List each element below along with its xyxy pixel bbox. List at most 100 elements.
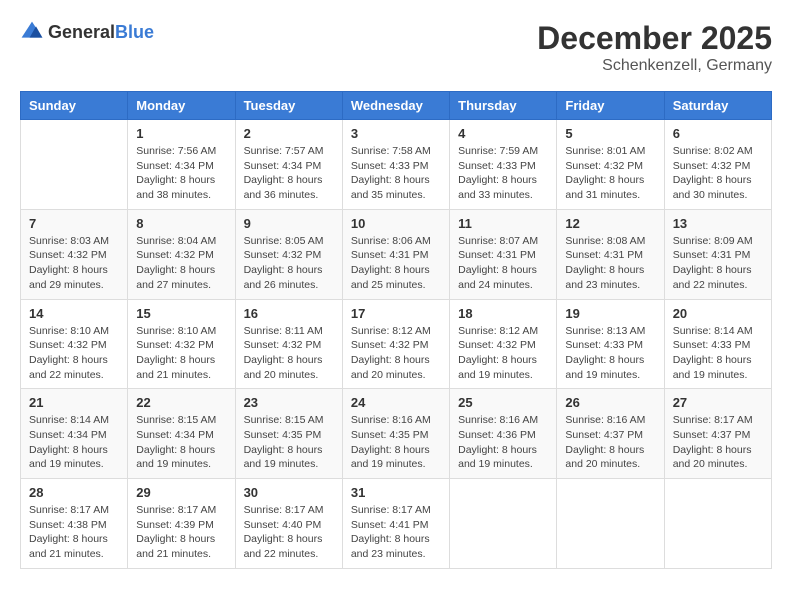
day-number: 3 [351,126,441,141]
day-cell-20: 20 Sunrise: 8:14 AMSunset: 4:33 PMDayligh… [664,299,771,389]
day-cell-8: 8 Sunrise: 8:04 AMSunset: 4:32 PMDaylight… [128,209,235,299]
day-number: 22 [136,395,226,410]
day-number: 14 [29,306,119,321]
day-info: Sunrise: 8:12 AMSunset: 4:32 PMDaylight:… [351,324,441,383]
day-number: 21 [29,395,119,410]
day-number: 20 [673,306,763,321]
day-info: Sunrise: 8:17 AMSunset: 4:39 PMDaylight:… [136,503,226,562]
day-number: 12 [565,216,655,231]
day-cell-14: 14 Sunrise: 8:10 AMSunset: 4:32 PMDayligh… [21,299,128,389]
day-cell-30: 30 Sunrise: 8:17 AMSunset: 4:40 PMDayligh… [235,479,342,569]
location-title: Schenkenzell, Germany [537,57,772,75]
day-cell-10: 10 Sunrise: 8:06 AMSunset: 4:31 PMDayligh… [342,209,449,299]
week-row-4: 21Sunrise: 8:14 AMSunset: 4:34 PMDayligh… [21,389,772,479]
day-cell-26: 26Sunrise: 8:16 AMSunset: 4:37 PMDayligh… [557,389,664,479]
empty-cell [557,479,664,569]
empty-cell [450,479,557,569]
day-number: 28 [29,485,119,500]
day-number: 5 [565,126,655,141]
week-row-2: 7 Sunrise: 8:03 AMSunset: 4:32 PMDaylight… [21,209,772,299]
weekday-header-wednesday: Wednesday [342,92,449,120]
day-cell-5: 5Sunrise: 8:01 AMSunset: 4:32 PMDaylight… [557,120,664,210]
day-cell-13: 13 Sunrise: 8:09 AMSunset: 4:31 PMDayligh… [664,209,771,299]
day-cell-23: 23 Sunrise: 8:15 AMSunset: 4:35 PMDayligh… [235,389,342,479]
day-cell-21: 21Sunrise: 8:14 AMSunset: 4:34 PMDayligh… [21,389,128,479]
day-cell-25: 25Sunrise: 8:16 AMSunset: 4:36 PMDayligh… [450,389,557,479]
day-info: Sunrise: 8:04 AMSunset: 4:32 PMDaylight:… [136,234,226,293]
day-number: 8 [136,216,226,231]
week-row-5: 28Sunrise: 8:17 AMSunset: 4:38 PMDayligh… [21,479,772,569]
day-info: Sunrise: 8:06 AMSunset: 4:31 PMDaylight:… [351,234,441,293]
day-info: Sunrise: 8:14 AMSunset: 4:33 PMDaylight:… [673,324,763,383]
day-cell-18: 18Sunrise: 8:12 AMSunset: 4:32 PMDayligh… [450,299,557,389]
day-info: Sunrise: 8:16 AMSunset: 4:37 PMDaylight:… [565,413,655,472]
day-info: Sunrise: 8:13 AMSunset: 4:33 PMDaylight:… [565,324,655,383]
day-info: Sunrise: 8:15 AMSunset: 4:35 PMDaylight:… [244,413,334,472]
day-info: Sunrise: 8:02 AMSunset: 4:32 PMDaylight:… [673,144,763,203]
day-cell-16: 16 Sunrise: 8:11 AMSunset: 4:32 PMDayligh… [235,299,342,389]
week-row-3: 14 Sunrise: 8:10 AMSunset: 4:32 PMDayligh… [21,299,772,389]
day-number: 2 [244,126,334,141]
day-cell-12: 12 Sunrise: 8:08 AMSunset: 4:31 PMDayligh… [557,209,664,299]
day-cell-11: 11 Sunrise: 8:07 AMSunset: 4:31 PMDayligh… [450,209,557,299]
calendar-table: SundayMondayTuesdayWednesdayThursdayFrid… [20,91,772,569]
day-number: 31 [351,485,441,500]
day-cell-17: 17 Sunrise: 8:12 AMSunset: 4:32 PMDayligh… [342,299,449,389]
day-number: 25 [458,395,548,410]
day-info: Sunrise: 8:17 AMSunset: 4:37 PMDaylight:… [673,413,763,472]
day-info: Sunrise: 8:03 AMSunset: 4:32 PMDaylight:… [29,234,119,293]
logo: GeneralBlue [20,20,154,44]
week-row-1: 1Sunrise: 7:56 AMSunset: 4:34 PMDaylight… [21,120,772,210]
day-number: 10 [351,216,441,231]
day-number: 23 [244,395,334,410]
logo-icon [20,20,44,44]
day-number: 11 [458,216,548,231]
day-info: Sunrise: 8:08 AMSunset: 4:31 PMDaylight:… [565,234,655,293]
day-cell-2: 2 Sunrise: 7:57 AMSunset: 4:34 PMDaylight… [235,120,342,210]
day-info: Sunrise: 8:05 AMSunset: 4:32 PMDaylight:… [244,234,334,293]
day-cell-28: 28Sunrise: 8:17 AMSunset: 4:38 PMDayligh… [21,479,128,569]
day-number: 19 [565,306,655,321]
day-cell-22: 22Sunrise: 8:15 AMSunset: 4:34 PMDayligh… [128,389,235,479]
day-cell-31: 31Sunrise: 8:17 AMSunset: 4:41 PMDayligh… [342,479,449,569]
weekday-header-monday: Monday [128,92,235,120]
empty-cell [21,120,128,210]
weekday-header-row: SundayMondayTuesdayWednesdayThursdayFrid… [21,92,772,120]
day-number: 17 [351,306,441,321]
title-block: December 2025 Schenkenzell, Germany [537,20,772,75]
month-title: December 2025 [537,20,772,57]
day-number: 16 [244,306,334,321]
day-number: 6 [673,126,763,141]
day-number: 9 [244,216,334,231]
day-info: Sunrise: 7:57 AMSunset: 4:34 PMDaylight:… [244,144,334,203]
day-cell-4: 4Sunrise: 7:59 AMSunset: 4:33 PMDaylight… [450,120,557,210]
day-info: Sunrise: 8:10 AMSunset: 4:32 PMDaylight:… [136,324,226,383]
day-info: Sunrise: 8:16 AMSunset: 4:35 PMDaylight:… [351,413,441,472]
logo-text-general: General [48,22,115,42]
empty-cell [664,479,771,569]
day-cell-6: 6 Sunrise: 8:02 AMSunset: 4:32 PMDaylight… [664,120,771,210]
day-info: Sunrise: 8:11 AMSunset: 4:32 PMDaylight:… [244,324,334,383]
logo-text-blue: Blue [115,22,154,42]
weekday-header-sunday: Sunday [21,92,128,120]
page-header: GeneralBlue December 2025 Schenkenzell, … [20,20,772,75]
day-number: 30 [244,485,334,500]
day-cell-19: 19 Sunrise: 8:13 AMSunset: 4:33 PMDayligh… [557,299,664,389]
day-info: Sunrise: 7:59 AMSunset: 4:33 PMDaylight:… [458,144,548,203]
day-cell-29: 29Sunrise: 8:17 AMSunset: 4:39 PMDayligh… [128,479,235,569]
day-info: Sunrise: 8:09 AMSunset: 4:31 PMDaylight:… [673,234,763,293]
day-cell-9: 9 Sunrise: 8:05 AMSunset: 4:32 PMDaylight… [235,209,342,299]
weekday-header-thursday: Thursday [450,92,557,120]
weekday-header-saturday: Saturday [664,92,771,120]
day-number: 24 [351,395,441,410]
day-number: 7 [29,216,119,231]
day-number: 1 [136,126,226,141]
day-info: Sunrise: 8:10 AMSunset: 4:32 PMDaylight:… [29,324,119,383]
day-info: Sunrise: 8:17 AMSunset: 4:40 PMDaylight:… [244,503,334,562]
day-cell-7: 7 Sunrise: 8:03 AMSunset: 4:32 PMDaylight… [21,209,128,299]
day-number: 13 [673,216,763,231]
weekday-header-friday: Friday [557,92,664,120]
day-cell-15: 15Sunrise: 8:10 AMSunset: 4:32 PMDayligh… [128,299,235,389]
day-number: 27 [673,395,763,410]
day-info: Sunrise: 8:07 AMSunset: 4:31 PMDaylight:… [458,234,548,293]
